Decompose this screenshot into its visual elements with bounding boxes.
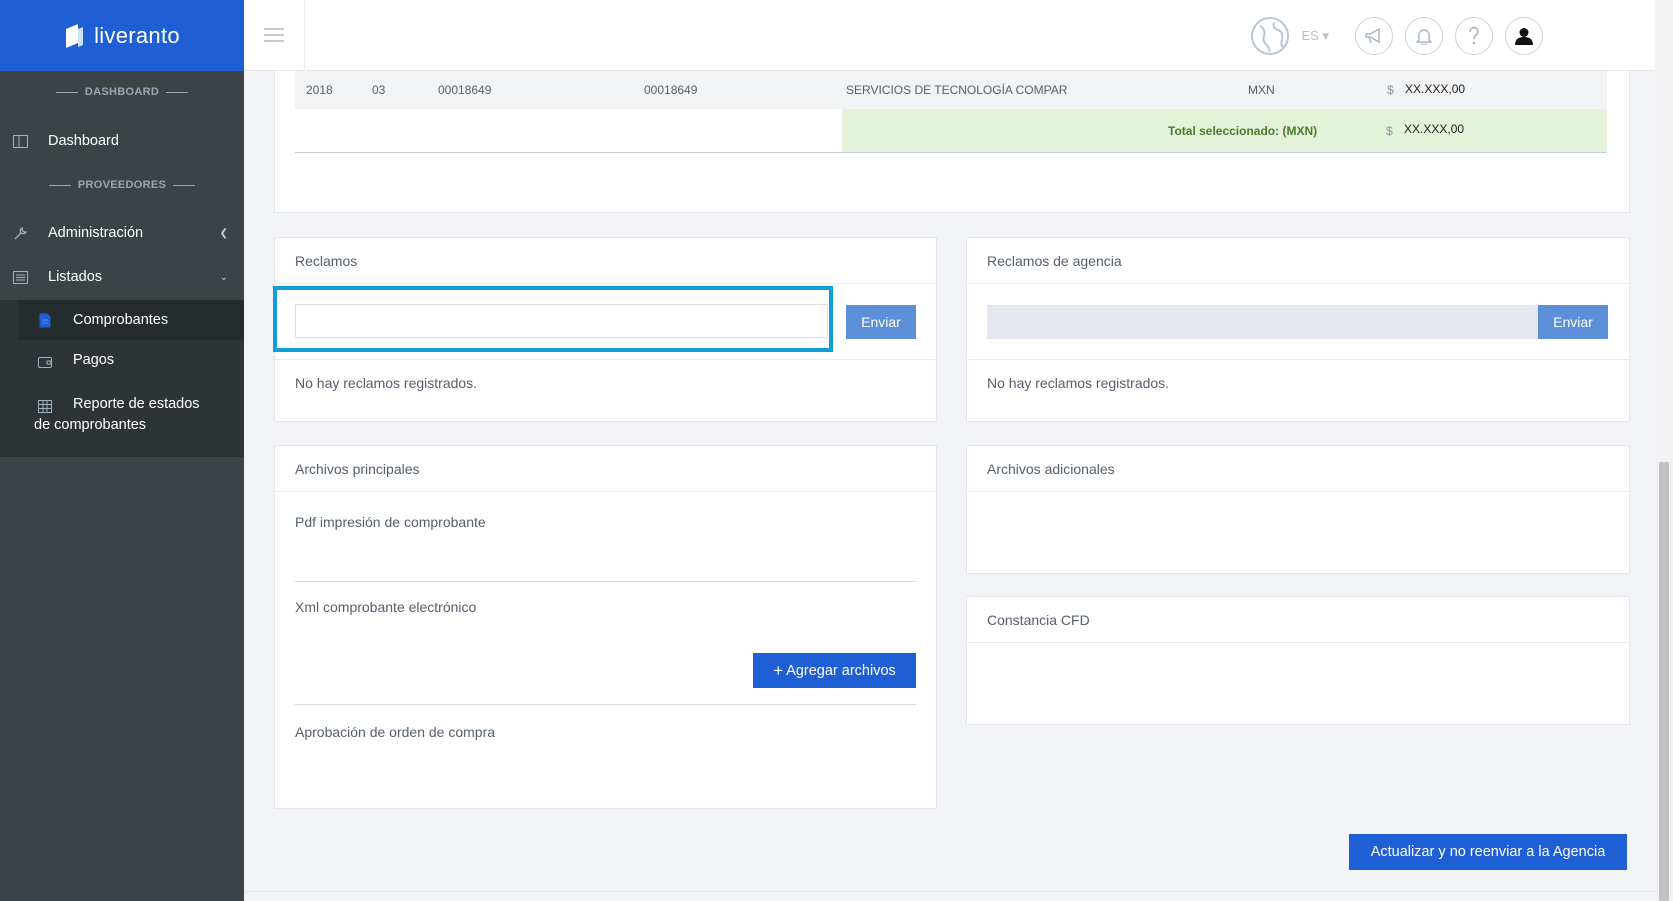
sidebar-item-pagos[interactable]: Pagos [0, 352, 244, 370]
cell-month: 03 [372, 83, 386, 97]
add-files-label: Agregar archivos [786, 662, 896, 679]
megaphone-icon [1365, 27, 1380, 44]
xml-label: Xml comprobante electrónico [295, 599, 477, 615]
update-no-resend-button[interactable]: Actualizar y no reenviar a la Agencia [1349, 834, 1627, 870]
send-reclamo-button[interactable]: Enviar [846, 305, 916, 339]
total-row: Total seleccionado: (MXN) $ XX.XXX,00 [842, 109, 1607, 152]
section-proveedores: PROVEEDORES [0, 179, 244, 191]
divider [295, 581, 916, 582]
scrollbar-thumb[interactable] [1659, 462, 1669, 901]
menu-toggle-icon[interactable] [264, 28, 284, 42]
cell-currency: MXN [1248, 83, 1275, 97]
sidebar-item-dashboard[interactable]: Dashboard [0, 119, 244, 163]
cell-folio-2: 00018649 [644, 83, 698, 97]
chevron-left-icon: ❮ [219, 227, 228, 239]
footer-divider [244, 891, 1655, 892]
table-row[interactable]: 2018 03 00018649 00018649 SERVICIOS DE T… [295, 71, 1607, 109]
help-button[interactable] [1455, 17, 1493, 55]
announcements-button[interactable] [1355, 17, 1393, 55]
empty-reclamos-text: No hay reclamos registrados. [295, 375, 478, 391]
sidebar-item-label: Reporte de estados [73, 396, 200, 412]
sidebar-item-label: Dashboard [48, 133, 119, 149]
table-divider [295, 152, 1607, 153]
grid-icon [37, 398, 53, 414]
user-menu-button[interactable] [1505, 17, 1543, 55]
brand-logo[interactable]: liveranto [0, 0, 244, 71]
total-symbol: $ [1386, 124, 1393, 138]
sidebar-item-label: Comprobantes [73, 312, 169, 328]
reclamo-agencia-input [987, 305, 1538, 339]
wallet-icon [37, 354, 53, 370]
reclamos-agencia-title: Reclamos de agencia [967, 238, 1629, 284]
constancia-title: Constancia CFD [967, 597, 1629, 643]
chevron-down-icon: ⌄ [219, 271, 228, 283]
divider [295, 704, 916, 705]
sidebar-item-label-line2: de comprobantes [34, 417, 147, 433]
topbar-actions: ES ▾ [1250, 16, 1543, 56]
cell-symbol: $ [1387, 83, 1394, 97]
sidebar-item-listados[interactable]: Listados ⌄ [0, 255, 244, 299]
approval-label: Aprobación de orden de compra [295, 724, 496, 740]
cell-folio: 00018649 [438, 83, 492, 97]
page-scrollbar[interactable] [1655, 0, 1673, 901]
sidebar-item-label: Administración [48, 225, 144, 241]
pdf-label: Pdf impresión de comprobante [295, 514, 486, 530]
brand-name: liveranto [94, 22, 180, 48]
archivos-principales-card: Archivos principales Pdf impresión de co… [274, 445, 937, 809]
cell-year: 2018 [306, 83, 333, 97]
topbar: ES ▾ [244, 0, 1673, 71]
sidebar-item-label: Pagos [73, 352, 115, 368]
send-reclamo-agencia-button[interactable]: Enviar [1538, 305, 1608, 339]
plus-icon: + [773, 660, 784, 680]
help-icon [1469, 26, 1479, 45]
total-amount: XX.XXX,00 [1404, 122, 1465, 136]
topbar-divider [304, 0, 305, 71]
sidebar-item-comprobantes[interactable]: Comprobantes [19, 300, 244, 340]
sidebar-item-label: Listados [48, 269, 103, 285]
bell-icon [1416, 29, 1432, 45]
globe-icon[interactable] [1250, 16, 1290, 56]
reclamos-title: Reclamos [275, 238, 936, 284]
archivos-principales-title: Archivos principales [275, 446, 936, 492]
cell-amount: XX.XXX,00 [1405, 82, 1466, 96]
liveranto-logo-icon [66, 23, 84, 48]
reclamos-agencia-card: Reclamos de agencia Enviar No hay reclam… [966, 237, 1630, 422]
cell-provider: SERVICIOS DE TECNOLOGÍA COMPAR [846, 83, 1068, 97]
section-dashboard: DASHBOARD [0, 86, 244, 98]
add-files-button[interactable]: + Agregar archivos [753, 653, 916, 688]
archivos-adicionales-card: Archivos adicionales [966, 445, 1630, 574]
archivos-adicionales-title: Archivos adicionales [967, 446, 1629, 492]
list-icon [12, 269, 28, 285]
divider [967, 359, 1629, 360]
divider [275, 359, 936, 360]
sidebar-item-reporte[interactable]: Reporte de estados de comprobantes [0, 396, 244, 433]
notifications-button[interactable] [1405, 17, 1443, 55]
wrench-icon [12, 225, 28, 241]
invoice-table-card: 2018 03 00018649 00018649 SERVICIOS DE T… [274, 71, 1630, 213]
constancia-card: Constancia CFD [966, 596, 1630, 725]
empty-reclamos-agencia-text: No hay reclamos registrados. [987, 375, 1170, 391]
columns-icon [12, 133, 28, 149]
submenu-listados: Comprobantes Pagos Reporte de estados de… [0, 300, 244, 457]
sidebar: liveranto DASHBOARD Dashboard PROVEEDORE… [0, 0, 244, 901]
user-icon [1515, 28, 1533, 45]
sidebar-item-administracion[interactable]: Administración ❮ [0, 211, 244, 255]
document-icon [37, 312, 53, 328]
focus-highlight [273, 286, 833, 352]
total-label: Total seleccionado: (MXN) [1168, 124, 1318, 138]
language-selector[interactable]: ES ▾ [1302, 28, 1329, 44]
